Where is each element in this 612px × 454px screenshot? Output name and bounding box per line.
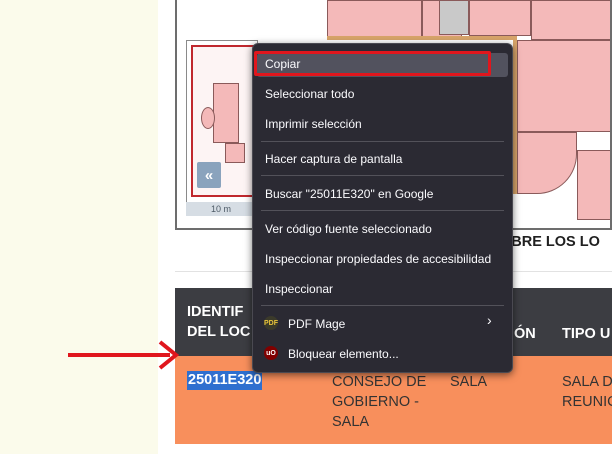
pdf-mage-icon: PDF <box>264 316 278 330</box>
scale-label: 10 m <box>210 204 231 214</box>
menu-item-print-selection[interactable]: Imprimir selección <box>265 116 362 132</box>
menu-item-view-source[interactable]: Ver código fuente seleccionado <box>265 221 432 237</box>
menu-item-pdf-mage[interactable]: PDF Mage <box>288 316 345 332</box>
section-heading: OBRE LOS LO <box>500 234 600 250</box>
plan-room <box>577 150 610 220</box>
plan-room <box>469 0 531 36</box>
plan-room <box>213 83 239 143</box>
column-header-type: TIPO U <box>562 326 611 342</box>
chevron-right-icon: › <box>487 312 492 328</box>
column-header-location: ÓN <box>514 326 536 342</box>
menu-item-search-google[interactable]: Buscar "25011E320" en Google <box>265 186 433 202</box>
cell-name: CONSEJO DE GOBIERNO - SALA <box>332 374 427 430</box>
plan-wall <box>513 36 517 194</box>
plan-wall <box>327 36 517 40</box>
plan-stair <box>439 0 469 35</box>
cell-location: SALA <box>450 374 488 390</box>
selected-id-text[interactable]: 25011E320 <box>187 371 263 390</box>
plan-room <box>517 132 577 194</box>
plan-room <box>327 0 422 38</box>
overview-minimap[interactable] <box>186 40 258 216</box>
menu-separator <box>261 210 504 211</box>
plan-room <box>531 0 610 40</box>
menu-separator <box>261 175 504 176</box>
menu-item-inspect[interactable]: Inspeccionar <box>265 281 333 297</box>
collapse-overview-button[interactable]: « <box>197 162 221 188</box>
plan-room <box>225 143 245 163</box>
menu-item-screenshot[interactable]: Hacer captura de pantalla <box>265 151 402 167</box>
menu-item-block-element[interactable]: Bloquear elemento... <box>288 346 399 362</box>
context-menu: Copiar Seleccionar todo Imprimir selecci… <box>252 43 513 373</box>
ublock-origin-icon: uO <box>264 346 278 360</box>
menu-item-select-all[interactable]: Seleccionar todo <box>265 86 354 102</box>
menu-separator <box>261 141 504 142</box>
cell-type: SALA D REUNIC <box>562 374 612 410</box>
plan-room <box>201 107 215 129</box>
menu-separator <box>261 305 504 306</box>
scale-bar: 10 m <box>186 202 256 216</box>
focus-highlight <box>254 51 491 76</box>
plan-room <box>517 40 610 132</box>
menu-item-inspect-accessibility[interactable]: Inspeccionar propiedades de accesibilida… <box>265 251 491 267</box>
column-header-identifier: IDENTIF DEL LOC <box>187 304 251 340</box>
annotation-arrow-icon <box>68 340 180 370</box>
